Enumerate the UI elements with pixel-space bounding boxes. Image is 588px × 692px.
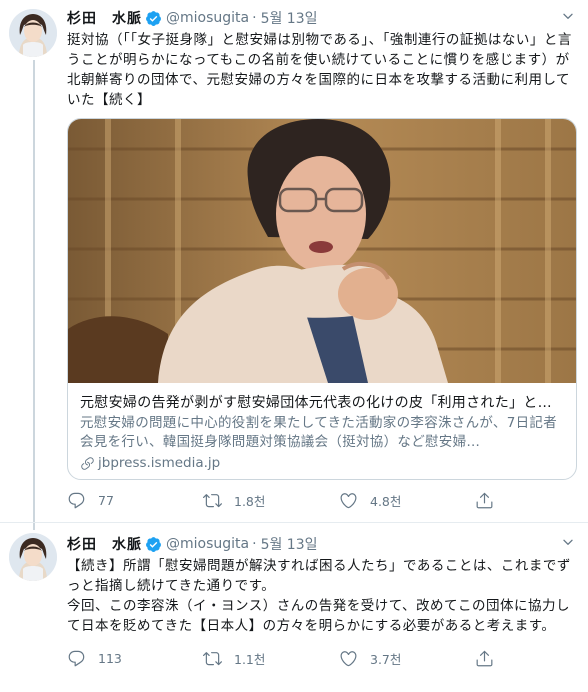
like-button[interactable]: 3.7천	[339, 649, 475, 668]
tweet-header: 杉田 水脈 @miosugita · 5월 13일	[67, 534, 578, 554]
card-title[interactable]: 元慰安婦の告発が剥がす慰安婦団体元代表の化けの皮「利用された」と…	[80, 393, 564, 413]
user-handle[interactable]: @miosugita	[166, 10, 249, 26]
verified-badge-icon	[145, 536, 162, 553]
tweet-header: 杉田 水脈 @miosugita · 5월 13일	[67, 8, 578, 28]
retweet-count: 1.1천	[234, 651, 266, 667]
reply-count: 113	[98, 650, 122, 666]
reply-button[interactable]: 113	[67, 649, 203, 668]
separator-dot: ·	[252, 536, 257, 552]
tweet[interactable]: 杉田 水脈 @miosugita · 5월 13일 挺対協（「「女子挺身隊」と慰…	[0, 0, 588, 530]
avatar[interactable]	[9, 9, 57, 57]
verified-badge-icon	[145, 10, 162, 27]
heart-icon	[340, 492, 357, 508]
avatar[interactable]	[9, 533, 57, 581]
reply-count: 77	[98, 492, 114, 508]
tweet-date[interactable]: 5월 13일	[261, 8, 318, 28]
share-icon	[476, 492, 493, 508]
display-name[interactable]: 杉田 水脈	[67, 8, 142, 28]
tweet-text-line: 今回、この李容洙（イ・ヨンス）さんの告発を受けて、改めてこの団体に協力して日本を…	[67, 598, 571, 634]
card-source-domain[interactable]: jbpress.ismedia.jp	[98, 455, 220, 471]
tweet-text: 挺対協（「「女子挺身隊」と慰安婦は別物である」、「強制連行の証拠はない」と言うこ…	[67, 30, 578, 110]
like-button[interactable]: 4.8천	[339, 491, 475, 510]
link-preview-card[interactable]: 元慰安婦の告発が剥がす慰安婦団体元代表の化けの皮「利用された」と… 元慰安婦の問…	[67, 118, 577, 480]
share-button[interactable]	[475, 491, 515, 510]
chevron-down-icon[interactable]	[558, 8, 578, 28]
share-icon	[476, 650, 493, 666]
tweet-text-line: 挺対協（「「女子挺身隊」と慰安婦は別物である」、「強制連行の証拠はない」と言うこ…	[67, 32, 572, 108]
like-count: 4.8천	[370, 493, 402, 509]
card-image	[68, 119, 576, 383]
reply-icon	[68, 492, 85, 508]
card-source-link[interactable]: jbpress.ismedia.jp	[80, 455, 564, 471]
retweet-button[interactable]: 1.1천	[203, 649, 339, 668]
retweet-icon	[203, 651, 222, 665]
separator-dot: ·	[252, 10, 257, 26]
retweet-button[interactable]: 1.8천	[203, 491, 339, 510]
display-name[interactable]: 杉田 水脈	[67, 534, 142, 554]
tweet-actions: 77 1.8천 4.8천	[67, 490, 578, 510]
tweet-date[interactable]: 5월 13일	[261, 534, 318, 554]
thread-connector-line	[33, 60, 35, 530]
like-count: 3.7천	[370, 651, 402, 667]
tweet-text-line: 【続き】所謂「慰安婦問題が解決すれば困る人たち」であることは、これまでずっと指摘…	[67, 558, 571, 594]
card-description: 元慰安婦の問題に中心的役割を果たしてきた活動家の李容洙さんが、7日記者会見を行い…	[80, 415, 558, 450]
tweet[interactable]: 杉田 水脈 @miosugita · 5월 13일 【続き】所謂「慰安婦問題が解…	[0, 522, 588, 692]
link-icon	[80, 456, 95, 471]
tweet-text: 【続き】所謂「慰安婦問題が解決すれば困る人たち」であることは、これまでずっと指摘…	[67, 556, 578, 636]
reply-button[interactable]: 77	[67, 491, 203, 510]
chevron-down-icon[interactable]	[558, 534, 578, 554]
share-button[interactable]	[475, 649, 515, 668]
heart-icon	[340, 650, 357, 666]
retweet-count: 1.8천	[234, 493, 266, 509]
user-handle[interactable]: @miosugita	[166, 536, 249, 552]
tweet-actions: 113 1.1천 3.7천	[67, 648, 578, 668]
retweet-icon	[203, 493, 222, 507]
reply-icon	[68, 650, 85, 666]
